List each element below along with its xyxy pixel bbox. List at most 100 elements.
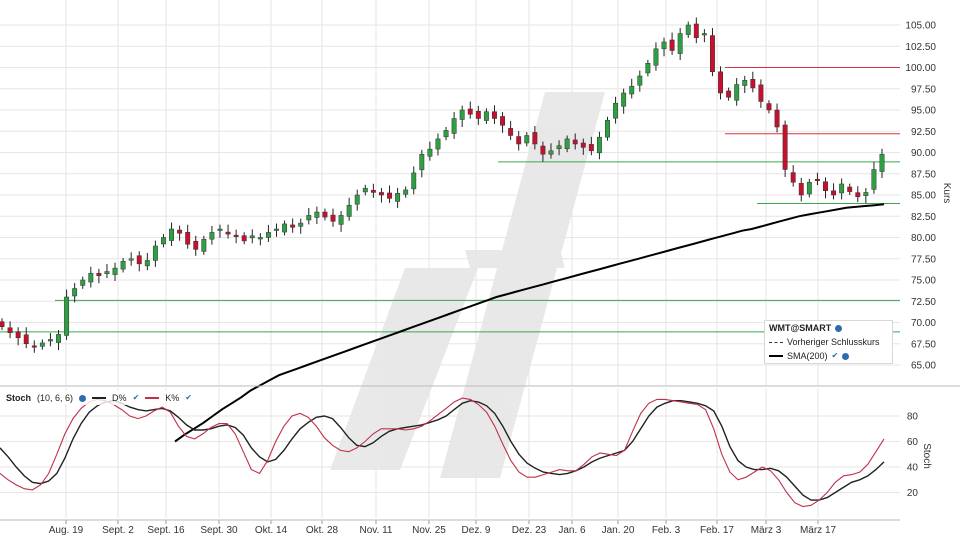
stoch-d-label: D% bbox=[112, 393, 127, 403]
candle-body bbox=[419, 153, 425, 171]
price-tick-label: 77.50 bbox=[911, 254, 936, 265]
candle-body bbox=[136, 255, 142, 265]
candle-body bbox=[387, 192, 392, 199]
candle-body bbox=[354, 194, 360, 205]
candle-body bbox=[193, 240, 199, 250]
candle-body bbox=[500, 116, 506, 126]
candle-body bbox=[766, 103, 772, 111]
stoch-tick-label: 20 bbox=[907, 488, 919, 499]
candle-body bbox=[596, 136, 602, 154]
price-tick-label: 90.00 bbox=[911, 148, 936, 159]
x-tick-label: Feb. 3 bbox=[652, 525, 681, 536]
x-tick-label: Dez. 9 bbox=[462, 525, 491, 536]
candle-body bbox=[742, 80, 748, 86]
x-tick-label: Dez. 23 bbox=[512, 525, 547, 536]
candle-body bbox=[532, 132, 538, 145]
candle-body bbox=[128, 258, 134, 261]
price-tick-label: 95.00 bbox=[911, 106, 936, 117]
k-line-icon bbox=[145, 397, 160, 399]
candle-body bbox=[233, 234, 239, 237]
x-tick-label: Sept. 16 bbox=[147, 525, 185, 536]
candle-body bbox=[15, 331, 21, 339]
dashed-line-icon bbox=[769, 341, 783, 343]
candle-body bbox=[847, 186, 853, 192]
candle-body bbox=[750, 78, 756, 89]
candle-body bbox=[645, 63, 651, 74]
candle-body bbox=[88, 272, 94, 283]
x-tick-label: Feb. 17 bbox=[700, 525, 734, 536]
candle-body bbox=[201, 238, 207, 252]
solid-line-icon bbox=[769, 355, 783, 357]
candle-body bbox=[548, 150, 554, 155]
candle-body bbox=[629, 85, 635, 95]
candle-body bbox=[80, 279, 86, 286]
candle-body bbox=[120, 261, 126, 270]
candle-body bbox=[144, 260, 150, 267]
candle-body bbox=[580, 142, 586, 148]
candle-body bbox=[726, 90, 732, 98]
checkmark-icon[interactable]: ✔ bbox=[133, 391, 140, 405]
candle-body bbox=[653, 48, 659, 66]
candle-body bbox=[56, 334, 61, 343]
candle-body bbox=[863, 192, 869, 196]
candle-body bbox=[161, 237, 166, 245]
date-axis: Aug. 19 Sept. 2 Sept. 16 Sept. 30 Okt. 14 Okt… bbox=[49, 520, 836, 536]
x-tick-label: März 3 bbox=[751, 525, 782, 536]
candle-body bbox=[443, 130, 449, 138]
checkmark-icon[interactable]: ✔ bbox=[185, 391, 192, 405]
candle-body bbox=[621, 92, 627, 107]
candle-body bbox=[282, 223, 288, 233]
candle-body bbox=[459, 109, 465, 120]
candle-body bbox=[774, 109, 780, 128]
candle-body bbox=[556, 145, 562, 150]
candle-body bbox=[798, 183, 804, 196]
candle-body bbox=[823, 181, 828, 192]
candle-body bbox=[395, 193, 401, 202]
settings-dot-icon[interactable] bbox=[835, 324, 843, 332]
candle-body bbox=[483, 111, 489, 121]
candle-body bbox=[7, 327, 13, 333]
stoch-axis-label: Stoch bbox=[921, 443, 932, 469]
candle-body bbox=[185, 231, 191, 245]
candle-body bbox=[516, 136, 522, 145]
candle-body bbox=[572, 139, 578, 145]
settings-dot-icon[interactable] bbox=[79, 394, 87, 402]
candle-body bbox=[249, 235, 255, 239]
stoch-tick-label: 40 bbox=[907, 463, 919, 474]
price-tick-label: 100.00 bbox=[905, 63, 936, 74]
candle-body bbox=[693, 23, 699, 38]
candle-body bbox=[685, 24, 691, 35]
candle-body bbox=[290, 224, 296, 228]
x-tick-label: Nov. 11 bbox=[360, 525, 393, 536]
price-tick-label: 87.50 bbox=[911, 169, 936, 180]
candle-body bbox=[257, 237, 263, 240]
checkmark-icon[interactable]: ✔ bbox=[832, 349, 839, 363]
candle-body bbox=[451, 118, 457, 134]
candle-body bbox=[524, 135, 530, 144]
x-tick-label: Nov. 25 bbox=[412, 525, 446, 536]
x-tick-label: Aug. 19 bbox=[49, 525, 84, 536]
d-line-icon bbox=[92, 397, 107, 399]
candle-body bbox=[112, 267, 118, 275]
settings-dot-icon[interactable] bbox=[842, 352, 850, 360]
legend-symbol: WMT@SMART bbox=[769, 323, 832, 333]
candle-body bbox=[177, 229, 183, 234]
candle-body bbox=[403, 189, 409, 195]
price-tick-label: 80.00 bbox=[911, 233, 936, 244]
x-tick-label: Jan. 20 bbox=[602, 525, 635, 536]
x-tick-label: Sept. 2 bbox=[102, 525, 134, 536]
candle-body bbox=[411, 172, 417, 190]
candle-body bbox=[677, 33, 683, 54]
candle-body bbox=[274, 228, 279, 231]
stoch-title: Stoch bbox=[6, 393, 32, 403]
candle-body bbox=[806, 182, 812, 195]
watermark-logo bbox=[330, 92, 605, 478]
stoch-tick-label: 60 bbox=[907, 437, 919, 448]
candle-body bbox=[758, 84, 764, 102]
candle-body bbox=[23, 334, 29, 344]
candle-body bbox=[855, 192, 861, 197]
candle-body bbox=[871, 169, 877, 190]
candle-body bbox=[701, 33, 707, 36]
candle-body bbox=[338, 215, 344, 225]
legend-prev-close: Vorheriger Schlusskurs bbox=[787, 337, 880, 347]
